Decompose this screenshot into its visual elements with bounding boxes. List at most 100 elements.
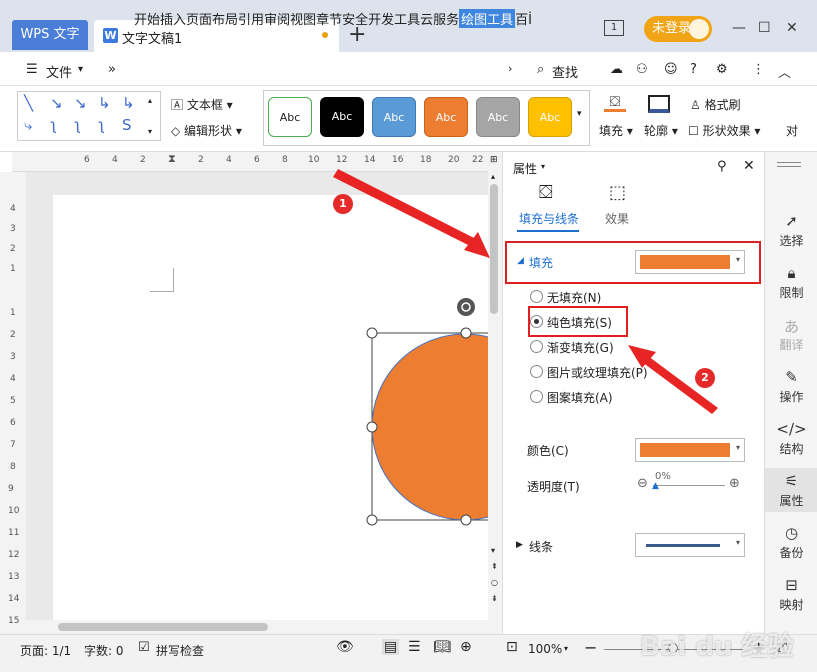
curve-arrow-icon[interactable]: ʅ [74,116,81,134]
horizontal-scrollbar[interactable] [26,620,488,634]
menu-drawing-tools[interactable]: 绘图工具 [459,9,516,28]
share-icon[interactable]: ⚇ [636,62,648,77]
maximize-icon[interactable]: ☐ [758,20,771,36]
sidebar-item-mapping[interactable]: ⊟ 映射 [765,576,817,613]
vertical-scroll-thumb[interactable] [490,184,498,314]
tab-effect[interactable]: 效果 [605,210,629,227]
scroll-down-icon[interactable]: ▾ [491,546,495,555]
style-orange[interactable]: Abc [424,97,468,137]
elbow-arrow-icon[interactable]: ↳ [122,94,135,112]
more-menus-icon[interactable]: » [108,62,116,77]
menu-view[interactable]: 视图 [290,9,316,28]
page-counter[interactable]: 页面: 1/1 [20,642,71,659]
menu-developer[interactable]: 开发工具 [368,9,420,28]
sidebar-item-backup[interactable]: ◷ 备份 [765,524,817,561]
panel-title[interactable]: 属性 [513,160,537,177]
comment-icon[interactable]: ☺ [664,62,678,77]
search-menu[interactable]: 查找 [552,62,578,81]
elbow-connector-icon[interactable]: ↳ [98,94,111,112]
line-section-title[interactable]: 线条 [529,538,553,555]
fit-page-icon[interactable]: ⊡ [506,639,518,655]
resize-handle[interactable] [366,514,378,526]
resize-handle[interactable] [460,514,472,526]
menu-start[interactable]: 开始 [134,9,160,28]
line-section-toggle-icon[interactable]: ▶ [516,540,523,550]
close-icon[interactable]: ✕ [786,20,798,36]
orange-circle-shape[interactable] [371,333,492,521]
outline-button[interactable]: 轮廓 ▾ [644,122,678,139]
transparency-slider-track[interactable] [653,485,725,486]
edit-shape-button[interactable]: ◇ 编辑形状 ▾ [171,122,242,139]
sidebar-item-operate[interactable]: ✎ 操作 [765,368,817,405]
word-count[interactable]: 字数: 0 [84,642,124,659]
freeform-icon[interactable]: S [122,116,132,134]
cloud-sync-icon[interactable]: ☁ [610,62,623,77]
pattern-fill-radio[interactable] [530,390,543,403]
fill-button[interactable]: 填充 ▾ [599,122,633,139]
elbow-double-icon[interactable]: ⤷ [24,116,32,134]
tab-fill-and-line[interactable]: 填充与线条 [519,210,579,227]
double-arrow-shape-icon[interactable]: ↘ [74,94,87,112]
panel-close-icon[interactable]: ✕ [743,158,755,174]
menu-cloud[interactable]: 云服务 [420,9,459,28]
color-dropdown[interactable]: ▾ [635,438,745,462]
gradient-fill-label[interactable]: 渐变填充(G) [547,339,614,356]
menu-more[interactable]: 百İ [515,9,532,28]
sidebar-item-select[interactable]: ➚ 选择 [765,212,817,249]
sidebar-item-structure[interactable]: </> 结构 [765,420,817,457]
chevron-down-icon[interactable]: ▾ [78,64,83,75]
login-button[interactable]: 未登录 [644,16,712,42]
checkbox-icon[interactable]: ☑ [138,640,150,655]
web-view-icon[interactable]: ⊕ [460,639,472,655]
page-count-icon[interactable]: 1 [604,20,624,36]
sidebar-item-restrict[interactable]: 🔒︎ 限制 [765,264,817,301]
panel-title-chevron-icon[interactable]: ▾ [541,162,545,171]
picture-fill-label[interactable]: 图片或纹理填充(P) [547,364,648,381]
help-icon[interactable]: ? [690,62,697,77]
fill-bucket-icon[interactable]: ⛋ [604,94,626,112]
outline-view-icon[interactable]: ☰ [408,639,421,655]
gallery-more-icon[interactable]: ▾ [148,127,152,136]
line-style-dropdown[interactable]: ▾ [635,533,745,557]
textbox-button[interactable]: 🄰 文本框 ▾ [171,96,233,113]
sidebar-item-properties[interactable]: ⚟ 属性 [765,468,817,512]
menu-references[interactable]: 引用 [238,9,264,28]
app-tab[interactable]: WPS 文字 [12,20,88,50]
zoom-dropdown-icon[interactable]: ▾ [564,644,568,653]
reading-view-icon[interactable]: 📖︎ [433,639,451,655]
page-view-icon[interactable]: ▤ [382,639,400,655]
gallery-scroll-up-icon[interactable]: ▴ [148,96,152,105]
zoom-level[interactable]: 100% [528,642,562,656]
prev-page-icon[interactable]: ⇞ [491,562,498,571]
pin-icon[interactable]: ⚲ [717,159,727,174]
no-fill-label[interactable]: 无填充(N) [547,289,601,306]
hamburger-icon[interactable]: ☰ [26,62,38,77]
eye-icon[interactable]: 👁︎ [336,639,354,655]
collapse-ribbon-icon[interactable]: ︿ [778,62,791,81]
indent-marker-icon[interactable]: ⧗ [168,152,176,166]
pattern-fill-label[interactable]: 图案填充(A) [547,389,613,406]
styles-more-icon[interactable]: ▾ [577,109,582,119]
spellcheck-button[interactable]: 拼写检查 [156,642,204,659]
style-gold[interactable]: Abc [528,97,572,137]
menu-security[interactable]: 安全 [342,9,368,28]
select-browse-icon[interactable]: ○ [491,578,498,587]
menu-scroll-right-icon[interactable]: › [508,62,512,75]
selected-shape[interactable] [360,296,492,532]
resize-handle[interactable] [366,327,378,339]
next-page-icon[interactable]: ⇟ [491,594,498,603]
more-icon[interactable]: ⋮ [752,62,765,77]
sidebar-handle[interactable] [777,166,801,167]
zoom-out-icon[interactable]: − [584,638,597,657]
sidebar-handle[interactable] [777,162,801,163]
format-painter-button[interactable]: ♙ 格式刷 [690,96,741,113]
outline-icon[interactable] [648,95,670,113]
file-menu[interactable]: 文件 [46,62,72,81]
arrow-shape-icon[interactable]: ↘ [50,94,63,112]
line-shapes-gallery[interactable]: ╲ ↘ ↘ ↳ ↳ ⤷ ʅ ʅ ʅ S [17,91,161,141]
gradient-fill-radio[interactable] [530,340,543,353]
increase-transparency-icon[interactable]: ⊕ [729,476,740,491]
menu-review[interactable]: 审阅 [264,9,290,28]
style-gray[interactable]: Abc [476,97,520,137]
curve-connector-icon[interactable]: ʅ [50,116,57,134]
